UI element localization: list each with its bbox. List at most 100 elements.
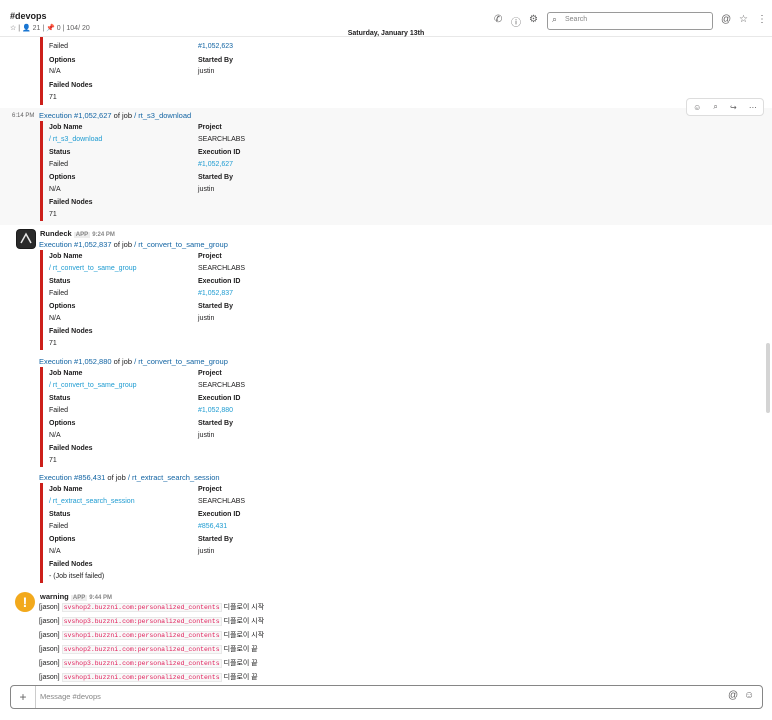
job-link[interactable]: / rt_s3_download <box>134 111 191 120</box>
started-by-label: Started By <box>198 174 234 181</box>
log-user: [jason] <box>39 674 60 681</box>
log-user: [jason] <box>39 660 60 667</box>
more-actions-icon[interactable]: ⋯ <box>749 103 757 112</box>
attachment-title: Execution #1,052,627 of job / rt_s3_down… <box>39 111 191 120</box>
started-by-value: justin <box>198 548 215 555</box>
gear-icon[interactable]: ⚙ <box>529 14 538 25</box>
execution-id-label: Execution ID <box>198 395 241 402</box>
search-icon: ⌕ <box>552 14 558 24</box>
message-time[interactable]: 6:14 PM <box>12 113 34 119</box>
job-name-link[interactable]: / rt_s3_download <box>49 135 102 144</box>
project-label: Project <box>198 124 222 131</box>
log-line: [jason] svshop3.buzzni.com:personalized_… <box>39 616 264 626</box>
execution-link[interactable]: Execution #1,052,837 <box>39 240 112 249</box>
job-name-label: Job Name <box>49 253 83 260</box>
failed-nodes-value: 71 <box>49 457 57 464</box>
search-input[interactable]: ⌕ Search <box>547 12 713 30</box>
project-value: SEARCHLABS <box>198 498 246 505</box>
status-label: Status <box>49 511 71 518</box>
emoji-icon[interactable]: ☺ <box>744 690 754 701</box>
message-input[interactable]: Message #devops <box>40 692 101 701</box>
job-name-label: Job Name <box>49 486 83 493</box>
project-label: Project <box>198 486 222 493</box>
failed-nodes-label: Failed Nodes <box>49 561 93 568</box>
failed-nodes-value: 71 <box>49 211 57 218</box>
status-value: Failed <box>49 407 69 414</box>
mention-icon[interactable]: @ <box>728 690 738 701</box>
job-name-link[interactable]: / rt_convert_to_same_group <box>49 381 137 390</box>
started-by-label: Started By <box>198 57 234 64</box>
started-by-value: justin <box>198 315 215 322</box>
job-name-link[interactable]: / rt_convert_to_same_group <box>49 264 137 273</box>
app-badge: APP <box>73 232 91 238</box>
log-user: [jason] <box>39 618 60 625</box>
project-label: Project <box>198 370 222 377</box>
failed-nodes-label: Failed Nodes <box>49 199 93 206</box>
log-status: 디플로이 끝 <box>223 674 258 681</box>
job-name-link[interactable]: / rt_extract_search_session <box>49 497 135 506</box>
options-value: N/A <box>49 432 61 439</box>
star-icon[interactable]: ☆ <box>739 14 748 25</box>
scrollbar[interactable] <box>766 343 770 413</box>
started-by-value: justin <box>198 68 215 75</box>
execution-link[interactable]: Execution #1,052,627 <box>39 111 112 120</box>
execution-id-link[interactable]: #1,052,880 <box>198 406 233 415</box>
mentions-icon[interactable]: @ <box>721 14 731 25</box>
log-line: [jason] svshop1.buzzni.com:personalized_… <box>39 672 258 682</box>
options-value: N/A <box>49 186 61 193</box>
status-value: Failed <box>49 523 69 530</box>
options-label: Options <box>49 536 76 543</box>
phone-icon[interactable]: ✆ <box>494 14 502 25</box>
log-code: svshop2.buzzni.com:personalized_contents <box>61 603 222 612</box>
job-link[interactable]: / rt_extract_search_session <box>128 473 220 482</box>
execution-link[interactable]: Execution #856,431 <box>39 473 105 482</box>
options-value: N/A <box>49 315 61 322</box>
options-value: N/A <box>49 548 61 555</box>
project-value: SEARCHLABS <box>198 382 246 389</box>
share-icon[interactable]: ↪ <box>730 103 737 112</box>
warning-avatar[interactable]: ! <box>15 592 35 612</box>
failed-nodes-label: Failed Nodes <box>49 445 93 452</box>
started-by-label: Started By <box>198 303 234 310</box>
execution-id-link[interactable]: #1,052,627 <box>198 160 233 169</box>
log-user: [jason] <box>39 632 60 639</box>
job-name-label: Job Name <box>49 124 83 131</box>
execution-id-link[interactable]: #1,052,623 <box>198 42 233 51</box>
options-value: N/A <box>49 68 61 75</box>
status-value: Failed <box>49 290 69 297</box>
log-user: [jason] <box>39 604 60 611</box>
job-name-label: Job Name <box>49 370 83 377</box>
more-vertical-icon[interactable]: ⋮ <box>757 14 767 25</box>
add-reaction-icon[interactable]: ☺ <box>693 103 701 112</box>
message-time[interactable]: 9:24 PM <box>92 232 115 238</box>
job-link[interactable]: / rt_convert_to_same_group <box>134 357 228 366</box>
message-actions: ☺ ⌕ ↪ ⋯ <box>686 98 764 116</box>
title-mid: of job <box>105 473 128 482</box>
log-status: 디플로이 시작 <box>223 604 265 611</box>
exclamation-icon: ! <box>22 594 28 610</box>
options-label: Options <box>49 57 76 64</box>
sender-header: Rundeck APP 9:24 PM <box>40 229 115 238</box>
info-icon[interactable]: ⓘ <box>511 14 521 29</box>
started-by-value: justin <box>198 186 215 193</box>
attachment-title: Execution #856,431 of job / rt_extract_s… <box>39 473 220 482</box>
log-user: [jason] <box>39 646 60 653</box>
execution-id-link[interactable]: #1,052,837 <box>198 289 233 298</box>
status-label: Status <box>49 395 71 402</box>
started-by-label: Started By <box>198 536 234 543</box>
job-link[interactable]: / rt_convert_to_same_group <box>134 240 228 249</box>
message-composer[interactable]: + Message #devops @ ☺ <box>10 685 763 709</box>
execution-id-link[interactable]: #856,431 <box>198 522 227 531</box>
search-thread-icon[interactable]: ⌕ <box>713 102 717 112</box>
rundeck-avatar[interactable] <box>16 229 36 249</box>
log-code: svshop3.buzzni.com:personalized_contents <box>61 659 222 668</box>
message-time[interactable]: 9:44 PM <box>89 595 112 601</box>
rundeck-logo-icon <box>17 230 35 248</box>
options-label: Options <box>49 303 76 310</box>
execution-link[interactable]: Execution #1,052,880 <box>39 357 112 366</box>
sender-name[interactable]: Rundeck <box>40 229 72 238</box>
sender-name[interactable]: warning <box>40 592 69 601</box>
execution-id-label: Execution ID <box>198 278 241 285</box>
channel-name[interactable]: #devops <box>10 11 47 21</box>
attach-plus-icon[interactable]: + <box>11 686 36 708</box>
